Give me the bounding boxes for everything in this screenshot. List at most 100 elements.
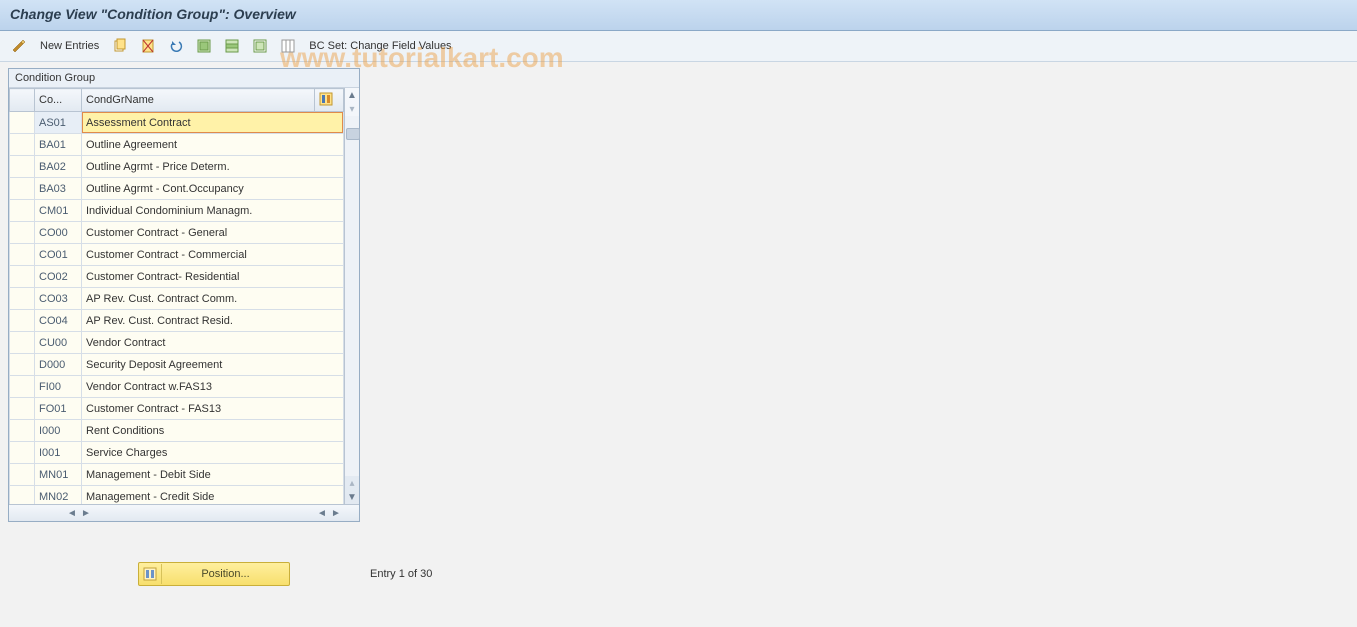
- table-row[interactable]: BA01Outline Agreement: [10, 134, 344, 156]
- name-cell[interactable]: Outline Agrmt - Cont.Occupancy: [82, 178, 344, 200]
- name-cell[interactable]: AP Rev. Cust. Contract Resid.: [82, 310, 344, 332]
- name-cell[interactable]: Customer Contract- Residential: [82, 266, 344, 288]
- row-selector[interactable]: [10, 222, 35, 244]
- code-cell[interactable]: BA02: [35, 156, 82, 178]
- deselect-all-icon[interactable]: [249, 35, 271, 57]
- new-entries-button[interactable]: New Entries: [36, 40, 103, 52]
- row-selector[interactable]: [10, 178, 35, 200]
- code-cell[interactable]: MN01: [35, 464, 82, 486]
- position-button[interactable]: Position...: [138, 562, 290, 586]
- table-row[interactable]: BA02Outline Agrmt - Price Determ.: [10, 156, 344, 178]
- row-selector[interactable]: [10, 310, 35, 332]
- code-cell[interactable]: FO01: [35, 398, 82, 420]
- select-all-icon[interactable]: [193, 35, 215, 57]
- name-cell[interactable]: Assessment Contract: [82, 112, 344, 134]
- row-selector[interactable]: [10, 288, 35, 310]
- row-selector[interactable]: [10, 200, 35, 222]
- code-cell[interactable]: CO02: [35, 266, 82, 288]
- table-row[interactable]: CO03AP Rev. Cust. Contract Comm.: [10, 288, 344, 310]
- row-selector[interactable]: [10, 244, 35, 266]
- name-cell[interactable]: Outline Agreement: [82, 134, 344, 156]
- column-header-name[interactable]: CondGrName: [82, 89, 315, 112]
- table-row[interactable]: AS01Assessment Contract: [10, 112, 344, 134]
- name-cell[interactable]: AP Rev. Cust. Contract Comm.: [82, 288, 344, 310]
- name-cell[interactable]: Customer Contract - Commercial: [82, 244, 344, 266]
- name-cell[interactable]: Management - Credit Side: [82, 486, 344, 505]
- code-cell[interactable]: CM01: [35, 200, 82, 222]
- scroll-left-end-icon[interactable]: ◄: [315, 506, 329, 520]
- code-cell[interactable]: I000: [35, 420, 82, 442]
- code-cell[interactable]: D000: [35, 354, 82, 376]
- name-cell[interactable]: Rent Conditions: [82, 420, 344, 442]
- table-row[interactable]: CO01Customer Contract - Commercial: [10, 244, 344, 266]
- code-cell[interactable]: BA03: [35, 178, 82, 200]
- code-cell[interactable]: BA01: [35, 134, 82, 156]
- name-cell[interactable]: Customer Contract - FAS13: [82, 398, 344, 420]
- code-cell[interactable]: CO01: [35, 244, 82, 266]
- code-cell[interactable]: FI00: [35, 376, 82, 398]
- delete-icon[interactable]: [137, 35, 159, 57]
- horizontal-scrollbar[interactable]: ◄ ► ◄ ►: [9, 504, 359, 521]
- copy-as-icon[interactable]: [109, 35, 131, 57]
- scroll-left-icon[interactable]: ◄: [65, 506, 79, 520]
- table-row[interactable]: CO02Customer Contract- Residential: [10, 266, 344, 288]
- row-selector[interactable]: [10, 266, 35, 288]
- table-row[interactable]: D000Security Deposit Agreement: [10, 354, 344, 376]
- row-selector[interactable]: [10, 376, 35, 398]
- table-row[interactable]: FI00Vendor Contract w.FAS13: [10, 376, 344, 398]
- table-row[interactable]: CO00Customer Contract - General: [10, 222, 344, 244]
- name-cell[interactable]: Security Deposit Agreement: [82, 354, 344, 376]
- name-cell[interactable]: Customer Contract - General: [82, 222, 344, 244]
- code-cell[interactable]: CO04: [35, 310, 82, 332]
- code-cell[interactable]: CU00: [35, 332, 82, 354]
- table-row[interactable]: FO01Customer Contract - FAS13: [10, 398, 344, 420]
- code-cell[interactable]: I001: [35, 442, 82, 464]
- table-caption: Condition Group: [9, 69, 359, 88]
- row-selector[interactable]: [10, 112, 35, 134]
- row-selector[interactable]: [10, 486, 35, 505]
- table-row[interactable]: CO04AP Rev. Cust. Contract Resid.: [10, 310, 344, 332]
- row-selector[interactable]: [10, 442, 35, 464]
- undo-icon[interactable]: [165, 35, 187, 57]
- row-selector[interactable]: [10, 156, 35, 178]
- column-header-code[interactable]: Co...: [35, 89, 82, 112]
- name-cell[interactable]: Individual Condominium Managm.: [82, 200, 344, 222]
- select-block-icon[interactable]: [221, 35, 243, 57]
- row-selector[interactable]: [10, 420, 35, 442]
- row-selector[interactable]: [10, 134, 35, 156]
- bc-set-button[interactable]: BC Set: Change Field Values: [305, 40, 455, 52]
- table-row[interactable]: I000Rent Conditions: [10, 420, 344, 442]
- row-selector[interactable]: [10, 354, 35, 376]
- position-button-label: Position...: [162, 568, 289, 580]
- table-settings-button[interactable]: [315, 89, 344, 112]
- table-row[interactable]: MN02Management - Credit Side: [10, 486, 344, 505]
- table-row[interactable]: CM01Individual Condominium Managm.: [10, 200, 344, 222]
- name-cell[interactable]: Vendor Contract: [82, 332, 344, 354]
- row-selector[interactable]: [10, 398, 35, 420]
- table-row[interactable]: CU00Vendor Contract: [10, 332, 344, 354]
- scroll-right-icon[interactable]: ►: [79, 506, 93, 520]
- table-row[interactable]: MN01Management - Debit Side: [10, 464, 344, 486]
- code-cell[interactable]: CO00: [35, 222, 82, 244]
- toggle-display-change-icon[interactable]: [8, 35, 30, 57]
- configure-columns-icon[interactable]: [277, 35, 299, 57]
- scroll-up-step-icon[interactable]: ▾: [345, 102, 359, 116]
- name-cell[interactable]: Vendor Contract w.FAS13: [82, 376, 344, 398]
- scroll-right-end-icon[interactable]: ►: [329, 506, 343, 520]
- scroll-down-icon[interactable]: ▼: [345, 490, 359, 504]
- row-selector[interactable]: [10, 332, 35, 354]
- table-row[interactable]: BA03Outline Agrmt - Cont.Occupancy: [10, 178, 344, 200]
- table-row[interactable]: I001Service Charges: [10, 442, 344, 464]
- name-cell[interactable]: Management - Debit Side: [82, 464, 344, 486]
- scroll-down-step-icon[interactable]: ▴: [345, 476, 359, 490]
- vertical-scrollbar[interactable]: ▲ ▾ ▴ ▼: [344, 88, 359, 504]
- name-cell[interactable]: Service Charges: [82, 442, 344, 464]
- code-cell[interactable]: MN02: [35, 486, 82, 505]
- code-cell[interactable]: CO03: [35, 288, 82, 310]
- position-icon: [139, 564, 162, 584]
- scroll-up-icon[interactable]: ▲: [345, 88, 359, 102]
- name-cell[interactable]: Outline Agrmt - Price Determ.: [82, 156, 344, 178]
- row-selector[interactable]: [10, 464, 35, 486]
- row-select-header[interactable]: [10, 89, 35, 112]
- code-cell[interactable]: AS01: [35, 112, 82, 134]
